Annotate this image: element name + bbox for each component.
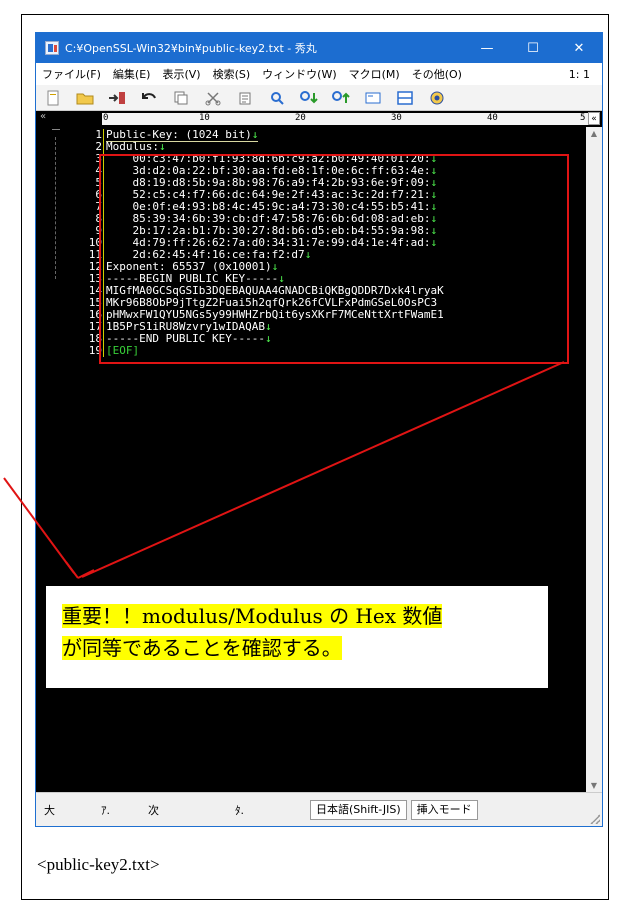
line-separator (103, 165, 104, 177)
ruler-row: « 0 10 20 30 40 5 « (36, 111, 602, 127)
help-icon[interactable] (426, 88, 448, 108)
line-separator (103, 129, 104, 141)
line-separator (103, 273, 104, 285)
menu-macro[interactable]: マクロ(M) (343, 66, 406, 82)
line-separator (103, 345, 104, 357)
undo-icon[interactable] (138, 88, 160, 108)
scroll-up-icon[interactable]: ▲ (586, 127, 602, 141)
line-separator (103, 321, 104, 333)
line-number: 6 (95, 188, 102, 201)
search-icon[interactable] (266, 88, 288, 108)
window-icon[interactable] (362, 88, 384, 108)
menu-view[interactable]: 表示(V) (156, 66, 206, 82)
collapse-left-icon[interactable]: « (40, 111, 46, 122)
newline-mark: ↓ (251, 128, 259, 141)
newline-mark: ↓ (264, 332, 272, 345)
save-icon[interactable] (106, 88, 128, 108)
menu-bar: ファイル(F) 編集(E) 表示(V) 検索(S) ウィンドウ(W) マクロ(M… (36, 63, 602, 85)
line-separator (103, 225, 104, 237)
menu-other[interactable]: その他(O) (406, 66, 468, 82)
status-a[interactable]: ｱ. (93, 802, 118, 818)
scroll-down-icon[interactable]: ▼ (586, 779, 602, 793)
title-bar[interactable]: C:¥OpenSSL-Win32¥bin¥public-key2.txt - 秀… (36, 33, 602, 63)
line-separator (103, 177, 104, 189)
resize-grip-icon[interactable] (590, 814, 600, 824)
line-separator (103, 309, 104, 321)
status-font-size[interactable]: 大 (36, 802, 63, 818)
line-separator (103, 141, 104, 153)
search-down-icon[interactable] (298, 88, 320, 108)
line-number: 2 (95, 140, 102, 153)
newline-mark: ↓ (430, 236, 438, 249)
ruler-collapse-button[interactable]: « (588, 112, 600, 125)
line-separator (103, 297, 104, 309)
menu-window[interactable]: ウィンドウ(W) (256, 66, 342, 82)
line-number: 3 (95, 152, 102, 165)
callout-line-2: が同等であることを確認する。 (62, 636, 342, 660)
paste-icon[interactable] (234, 88, 256, 108)
ruler-label: 40 (487, 113, 498, 123)
ruler-label: 5 (580, 113, 586, 123)
callout-box: 重要！！modulus/Modulus の Hex 数値 が同等であることを確認… (45, 585, 549, 689)
figure-caption: <public-key2.txt> (37, 855, 160, 874)
line-separator (103, 237, 104, 249)
status-ta[interactable]: ﾀ. (227, 802, 252, 818)
text-editor[interactable]: 1 Public-Key: (1024 bit)↓ 2 Modulus:↓ 3 00:c… (36, 127, 602, 793)
cursor-position: 1: 1 (568, 67, 590, 81)
newline-mark: ↓ (304, 248, 312, 261)
line-number: 7 (95, 200, 102, 213)
search-up-icon[interactable] (330, 88, 352, 108)
copy-icon[interactable] (170, 88, 192, 108)
callout-line-1: 重要！！modulus/Modulus の Hex 数値 (62, 604, 443, 628)
line-number: 1 (95, 128, 102, 141)
line-separator (103, 285, 104, 297)
line-separator (103, 333, 104, 345)
line-separator (103, 153, 104, 165)
open-folder-icon[interactable] (74, 88, 96, 108)
minimize-button[interactable]: — (464, 33, 510, 63)
toolbar (36, 85, 602, 111)
split-icon[interactable] (394, 88, 416, 108)
editor-window: C:¥OpenSSL-Win32¥bin¥public-key2.txt - 秀… (35, 32, 603, 827)
line-separator (103, 213, 104, 225)
line-number: 8 (95, 212, 102, 225)
menu-search[interactable]: 検索(S) (207, 66, 257, 82)
column-ruler: 0 10 20 30 40 5 (102, 113, 588, 125)
line-separator (103, 249, 104, 261)
ruler-label: 20 (295, 113, 306, 123)
callout-text: 重要！！modulus/Modulus の Hex 数値 が同等であることを確認… (62, 600, 443, 664)
status-bar: 大 ｱ. 次 ﾀ. 日本語(Shift-JIS) 挿入モード (36, 792, 602, 826)
cut-icon[interactable] (202, 88, 224, 108)
ruler-label: 30 (391, 113, 402, 123)
line-number: 19 (88, 344, 102, 357)
new-file-icon[interactable] (42, 88, 64, 108)
line-number: 4 (95, 164, 102, 177)
status-next[interactable]: 次 (140, 802, 167, 818)
app-icon[interactable] (45, 41, 59, 55)
line-separator (103, 189, 104, 201)
ruler-label: 0 (103, 113, 109, 123)
ruler-label: 10 (199, 113, 210, 123)
maximize-button[interactable]: ☐ (510, 33, 556, 63)
line-text: [EOF] (106, 344, 140, 357)
input-mode-indicator[interactable]: 挿入モード (410, 799, 478, 820)
vertical-scrollbar[interactable]: ▲ ▼ (586, 127, 602, 793)
menu-edit[interactable]: 編集(E) (107, 66, 157, 82)
menu-file[interactable]: ファイル(F) (36, 66, 107, 82)
close-button[interactable]: ✕ (556, 33, 602, 63)
encoding-indicator[interactable]: 日本語(Shift-JIS) (310, 799, 407, 820)
line-separator (103, 201, 104, 213)
line-number: 5 (95, 176, 102, 189)
window-title: C:¥OpenSSL-Win32¥bin¥public-key2.txt - 秀… (65, 42, 317, 55)
line-separator (103, 261, 104, 273)
